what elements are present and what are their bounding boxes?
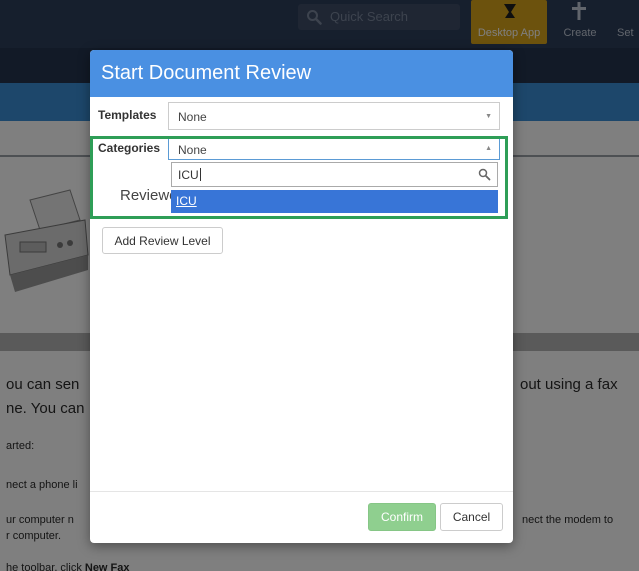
templates-label: Templates <box>98 108 157 122</box>
dialog-header: Start Document Review <box>90 50 513 97</box>
categories-highlight-box <box>90 136 508 219</box>
start-document-review-dialog: Start Document Review Templates None ▼ C… <box>90 50 513 543</box>
dialog-footer-divider <box>90 491 513 492</box>
confirm-button[interactable]: Confirm <box>368 503 436 531</box>
dialog-title: Start Document Review <box>101 62 312 84</box>
templates-select[interactable]: None ▼ <box>168 102 500 130</box>
add-review-level-button[interactable]: Add Review Level <box>102 227 223 254</box>
templates-value: None <box>178 110 207 124</box>
chevron-down-icon: ▼ <box>485 113 492 120</box>
cancel-button[interactable]: Cancel <box>440 503 503 531</box>
